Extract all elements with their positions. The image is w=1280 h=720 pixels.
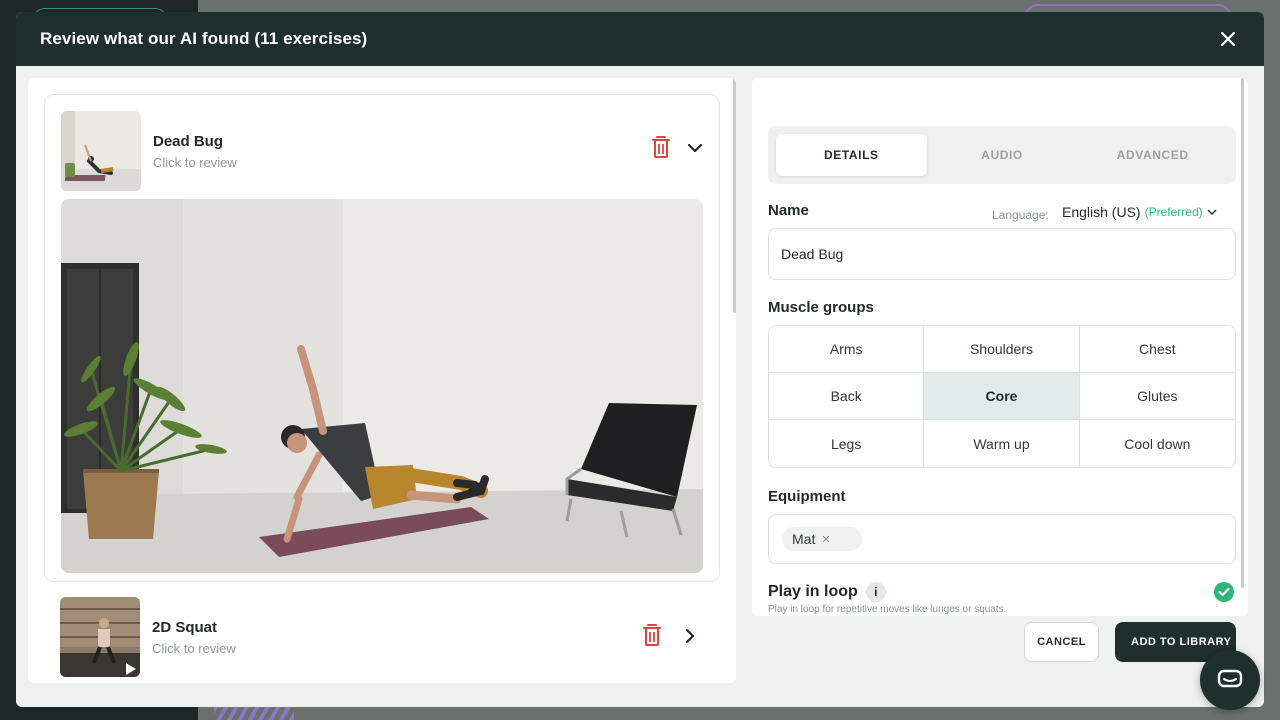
muscle-group-warm-up[interactable]: Warm up [924, 420, 1080, 467]
muscle-group-core[interactable]: Core [924, 373, 1080, 420]
equipment-label: Equipment [768, 488, 846, 505]
name-label: Name [768, 202, 809, 219]
muscle-group-cool-down[interactable]: Cool down [1080, 420, 1235, 467]
review-modal: Review what our AI found (11 exercises) [16, 12, 1264, 707]
details-scrollbar[interactable] [1241, 78, 1244, 616]
tab-audio[interactable]: AUDIO [927, 134, 1078, 176]
exercise-video-preview[interactable] [61, 199, 703, 573]
muscle-group-back[interactable]: Back [769, 373, 925, 420]
muscle-group-chest[interactable]: Chest [1079, 326, 1235, 373]
details-tabs: DETAILS AUDIO ADVANCED [768, 126, 1236, 184]
muscle-groups-grid: Arms Shoulders Chest Back Core Glutes Le… [768, 325, 1236, 468]
tab-advanced[interactable]: ADVANCED [1077, 134, 1228, 176]
play-in-loop-checkbox[interactable] [1214, 582, 1234, 602]
expand-exercise-button[interactable] [684, 628, 696, 649]
chevron-down-icon [1207, 209, 1217, 215]
muscle-group-glutes[interactable]: Glutes [1079, 373, 1235, 420]
exercise-name-input[interactable] [768, 228, 1236, 280]
close-button[interactable] [1216, 27, 1240, 51]
muscle-group-legs[interactable]: Legs [769, 420, 925, 467]
exercise-row[interactable]: 2D Squat Click to review [60, 597, 704, 677]
delete-exercise-button[interactable] [642, 623, 662, 652]
chevron-down-icon [687, 143, 703, 153]
trash-icon [652, 136, 670, 158]
collapse-exercise-button[interactable] [687, 141, 703, 159]
muscle-group-shoulders[interactable]: Shoulders [924, 326, 1080, 373]
exercise-status: Click to review [153, 155, 237, 170]
cancel-button[interactable]: CANCEL [1024, 622, 1099, 662]
exercise-row[interactable]: Dead Bug Click to review [61, 111, 705, 191]
muscle-group-arms[interactable]: Arms [769, 326, 925, 373]
modal-header: Review what our AI found (11 exercises) [16, 12, 1264, 66]
equipment-chip: Mat ✕ [782, 527, 862, 551]
chat-widget-button[interactable] [1200, 650, 1260, 710]
muscle-groups-label: Muscle groups [768, 299, 874, 316]
play-in-loop-label: Play in loop i [768, 582, 886, 602]
exercise-details-panel: DETAILS AUDIO ADVANCED Name Language: En… [752, 78, 1248, 616]
background-decoration [214, 706, 294, 720]
chevron-right-icon [685, 628, 695, 644]
play-in-loop-description: Play in loop for repetitive moves like l… [768, 604, 1007, 615]
play-in-loop-text: Play in loop [768, 583, 858, 600]
remove-chip-icon[interactable]: ✕ [821, 533, 830, 546]
language-preferred-badge: (Preferred) [1144, 205, 1203, 219]
exercise-list-scrollbar[interactable] [732, 78, 736, 683]
delete-exercise-button[interactable] [651, 135, 671, 164]
trash-icon [643, 624, 661, 646]
language-label: Language: [992, 208, 1049, 222]
equipment-chip-label: Mat [792, 531, 816, 547]
exercise-name: 2D Squat [152, 619, 218, 636]
exercise-status: Click to review [152, 641, 236, 656]
exercise-card-expanded: Dead Bug Click to review [44, 94, 720, 582]
tab-details[interactable]: DETAILS [776, 134, 927, 176]
modal-title: Review what our AI found (11 exercises) [40, 29, 368, 48]
language-value: English (US) [1062, 204, 1141, 220]
exercise-name: Dead Bug [153, 133, 224, 150]
exercise-list[interactable]: Dead Bug Click to review 2D Squat Click … [28, 78, 736, 683]
chat-icon [1217, 669, 1243, 688]
close-icon [1220, 31, 1236, 47]
exercise-thumbnail [60, 597, 140, 677]
language-select[interactable]: English (US) (Preferred) [1062, 204, 1217, 220]
info-icon[interactable]: i [865, 582, 886, 602]
equipment-input[interactable]: Mat ✕ [768, 514, 1236, 564]
modal-body: Dead Bug Click to review 2D Squat Click … [16, 66, 1264, 707]
exercise-thumbnail [61, 111, 141, 191]
check-icon [1218, 588, 1230, 596]
